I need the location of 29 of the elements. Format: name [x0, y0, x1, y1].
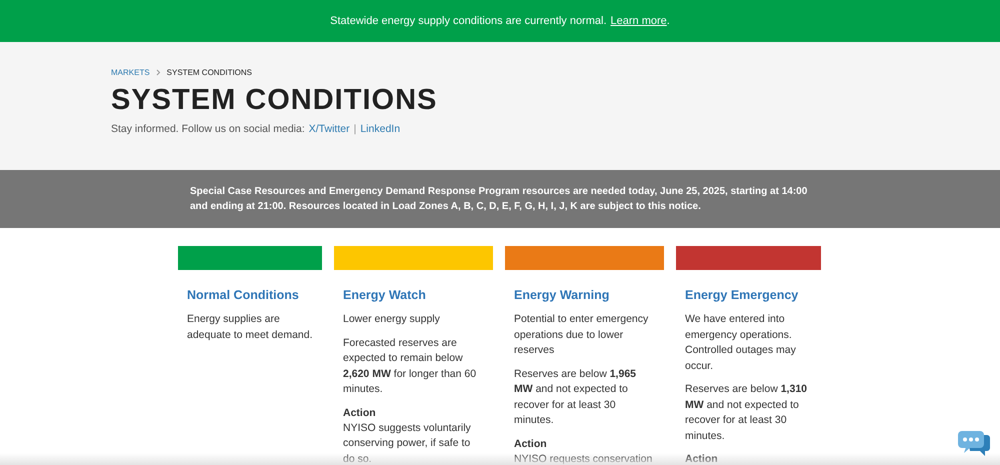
- action-heading: Action: [343, 406, 377, 420]
- chat-icon[interactable]: [958, 429, 990, 457]
- level-title: Normal Conditions: [187, 288, 300, 302]
- level-description: Potential to enter emergency operations due to lower reserves: [514, 312, 650, 358]
- action-heading: Action: [514, 436, 548, 452]
- level-description: Lower energy supply: [343, 312, 441, 327]
- social-text: Stay informed. Follow us on social media:: [111, 123, 305, 135]
- action-text: NYISO requests conservation: [514, 452, 654, 465]
- level-description: We have entered into emergency operations. Controlled outages may occur.: [685, 312, 797, 374]
- level-title: Energy Emergency: [685, 288, 800, 302]
- notice-text: Special Case Resources and Emergency Demand Response Program resources are needed today, June 25, 2025, starting at 14:00 and ending at 21:00. Resources located in Load Zones A, B, C, D, E, F, G, H, I, J, K are subject to this notice.: [190, 184, 808, 214]
- banner-text: Statewide energy supply conditions are currently normal.: [330, 15, 607, 27]
- breadcrumb-link[interactable]: MARKETS: [111, 68, 150, 77]
- level-title: Energy Warning: [514, 288, 610, 302]
- chevron-icon: [156, 69, 161, 76]
- level-title: Energy Watch: [343, 288, 427, 302]
- period-text: .: [666, 15, 670, 27]
- level-description: Forecasted reserves are expected to remain below 2,620 MW for longer than 60 minutes.: [343, 336, 478, 397]
- page-title: SYSTEM CONDITIONS: [111, 83, 438, 117]
- social-link[interactable]: LinkedIn: [360, 123, 400, 135]
- action-text: NYISO suggests voluntarily conserving power, if safe to do so.: [343, 420, 472, 465]
- learn-more-link[interactable]: Learn more: [610, 15, 667, 27]
- social-link[interactable]: X/Twitter: [308, 123, 350, 135]
- breadcrumb-link[interactable]: SYSTEM CONDITIONS: [166, 68, 252, 77]
- level-description: Reserves are below 1,965 MW and not expected to recover for at least 30 minutes.: [514, 366, 637, 428]
- action-heading: Action: [685, 452, 719, 465]
- level-description: Reserves are below 1,310 MW and not expected to recover for at least 30 minutes.: [685, 382, 808, 444]
- level-description: Energy supplies are adequate to meet demand.: [187, 312, 313, 342]
- separator-text: |: [354, 123, 356, 135]
